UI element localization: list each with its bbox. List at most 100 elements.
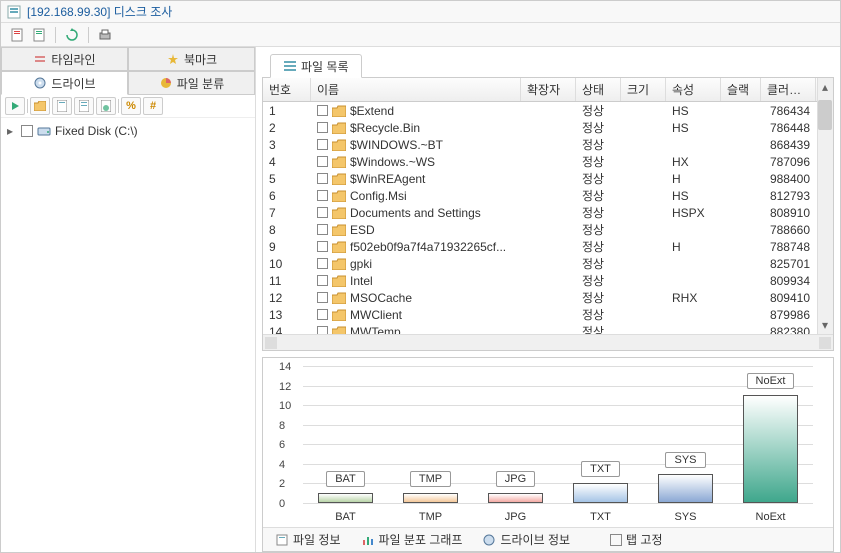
tree-root-label: Fixed Disk (C:\) xyxy=(55,124,138,138)
filelist-tab[interactable]: 파일 목록 xyxy=(270,54,362,78)
lt-play-button[interactable] xyxy=(5,97,25,115)
vertical-scrollbar[interactable]: ▴ ▾ xyxy=(817,78,833,334)
checkbox-icon[interactable] xyxy=(610,534,622,546)
row-checkbox[interactable] xyxy=(317,309,328,320)
bar[interactable] xyxy=(403,493,458,503)
tab-classify[interactable]: 파일 분류 xyxy=(128,71,255,95)
x-tick-label: TMP xyxy=(388,511,473,523)
table-row[interactable]: 11Intel정상809934 xyxy=(263,272,817,289)
table-row[interactable]: 10gpki정상825701 xyxy=(263,255,817,272)
th-cluster[interactable]: 클러스터 xyxy=(761,78,816,101)
row-checkbox[interactable] xyxy=(317,207,328,218)
row-checkbox[interactable] xyxy=(317,224,328,235)
bar-slot: TXT xyxy=(558,366,643,503)
bar[interactable] xyxy=(743,395,798,503)
btab-file-dist-label: 파일 분포 그래프 xyxy=(379,531,463,548)
table-row[interactable]: 8ESD정상788660 xyxy=(263,221,817,238)
tab-bookmark-label: 북마크 xyxy=(184,51,217,68)
lt-doc3-button[interactable] xyxy=(96,97,116,115)
bar[interactable] xyxy=(573,483,628,503)
y-tick-label: 12 xyxy=(279,381,291,393)
btab-file-info-label: 파일 정보 xyxy=(293,531,341,548)
th-slack[interactable]: 슬랙 xyxy=(721,78,761,101)
table-row[interactable]: 9f502eb0f9a7f4a71932265cf...정상H788748 xyxy=(263,238,817,255)
lt-folder-button[interactable] xyxy=(30,97,50,115)
table-body[interactable]: 1$Extend정상HS7864342$Recycle.Bin정상HS78644… xyxy=(263,102,817,334)
table-row[interactable]: 7Documents and Settings정상HSPX808910 xyxy=(263,204,817,221)
row-checkbox[interactable] xyxy=(317,105,328,116)
row-checkbox[interactable] xyxy=(317,326,328,334)
lt-doc2-button[interactable] xyxy=(74,97,94,115)
disk-icon xyxy=(37,124,51,138)
scroll-up-arrow[interactable]: ▴ xyxy=(818,80,832,94)
bar-slot: TMP xyxy=(388,366,473,503)
cell-status: 정상 xyxy=(576,320,621,334)
table-row[interactable]: 13MWClient정상879986 xyxy=(263,306,817,323)
info-icon xyxy=(275,533,289,547)
th-status[interactable]: 상태 xyxy=(576,78,621,101)
bar-value-label: NoExt xyxy=(747,373,795,389)
folder-icon xyxy=(332,156,346,168)
scroll-down-arrow[interactable]: ▾ xyxy=(818,318,832,332)
tree-root-node[interactable]: ▸ Fixed Disk (C:\) xyxy=(7,122,249,140)
tab-timeline[interactable]: 타임라인 xyxy=(1,47,128,71)
folder-icon xyxy=(332,190,346,202)
row-checkbox[interactable] xyxy=(317,258,328,269)
bookmark-icon xyxy=(166,52,180,66)
th-name[interactable]: 이름 xyxy=(311,78,521,101)
cell-name-text: gpki xyxy=(350,257,372,271)
row-checkbox[interactable] xyxy=(317,292,328,303)
row-checkbox[interactable] xyxy=(317,275,328,286)
table-row[interactable]: 1$Extend정상HS786434 xyxy=(263,102,817,119)
horizontal-scrollbar[interactable] xyxy=(263,334,833,350)
btab-file-dist[interactable]: 파일 분포 그래프 xyxy=(355,529,469,550)
table-row[interactable]: 4$Windows.~WS정상HX787096 xyxy=(263,153,817,170)
table-row[interactable]: 3$WINDOWS.~BT정상868439 xyxy=(263,136,817,153)
bar[interactable] xyxy=(318,493,373,503)
row-checkbox[interactable] xyxy=(317,190,328,201)
toolbar-doc2-button[interactable] xyxy=(29,25,49,45)
lt-percent-button[interactable]: % xyxy=(121,97,141,115)
th-ext[interactable]: 확장자 xyxy=(521,78,576,101)
app-icon xyxy=(7,5,21,19)
table-row[interactable]: 12MSOCache정상RHX809410 xyxy=(263,289,817,306)
btab-drive-info[interactable]: 드라이브 정보 xyxy=(476,529,576,550)
cell-size xyxy=(621,108,666,114)
bar-value-label: TMP xyxy=(410,471,451,487)
btab-file-info[interactable]: 파일 정보 xyxy=(269,529,347,550)
bar[interactable] xyxy=(488,493,543,503)
bar[interactable] xyxy=(658,474,713,503)
cell-name-text: $WinREAgent xyxy=(350,172,425,186)
th-no[interactable]: 번호 xyxy=(263,78,311,101)
lock-tab-checkbox[interactable]: 탭 고정 xyxy=(604,529,668,550)
tab-drive[interactable]: 드라이브 xyxy=(1,71,128,95)
row-checkbox[interactable] xyxy=(317,173,328,184)
toolbar-separator xyxy=(88,27,89,43)
tree-checkbox[interactable] xyxy=(21,125,33,137)
lt-hash-button[interactable]: # xyxy=(143,97,163,115)
scroll-thumb[interactable] xyxy=(818,100,832,130)
cell-size xyxy=(621,278,666,284)
folder-icon xyxy=(332,275,346,287)
row-checkbox[interactable] xyxy=(317,122,328,133)
row-checkbox[interactable] xyxy=(317,241,328,252)
table-row[interactable]: 14MWTemp정상882380 xyxy=(263,323,817,334)
th-attr[interactable]: 속성 xyxy=(666,78,721,101)
cell-slack xyxy=(721,261,761,267)
toolbar-print-button[interactable] xyxy=(95,25,115,45)
row-checkbox[interactable] xyxy=(317,156,328,167)
expand-icon[interactable]: ▸ xyxy=(7,124,17,138)
row-checkbox[interactable] xyxy=(317,139,328,150)
btab-drive-info-label: 드라이브 정보 xyxy=(500,531,570,548)
tab-bookmark[interactable]: 북마크 xyxy=(128,47,255,71)
table-row[interactable]: 2$Recycle.Bin정상HS786448 xyxy=(263,119,817,136)
table-row[interactable]: 5$WinREAgent정상H988400 xyxy=(263,170,817,187)
th-size[interactable]: 크기 xyxy=(621,78,666,101)
table-row[interactable]: 6Config.Msi정상HS812793 xyxy=(263,187,817,204)
toolbar-doc1-button[interactable] xyxy=(7,25,27,45)
timeline-icon xyxy=(33,52,47,66)
toolbar-refresh-button[interactable] xyxy=(62,25,82,45)
folder-icon xyxy=(332,122,346,134)
lt-doc-button[interactable] xyxy=(52,97,72,115)
cell-ext xyxy=(521,312,576,318)
